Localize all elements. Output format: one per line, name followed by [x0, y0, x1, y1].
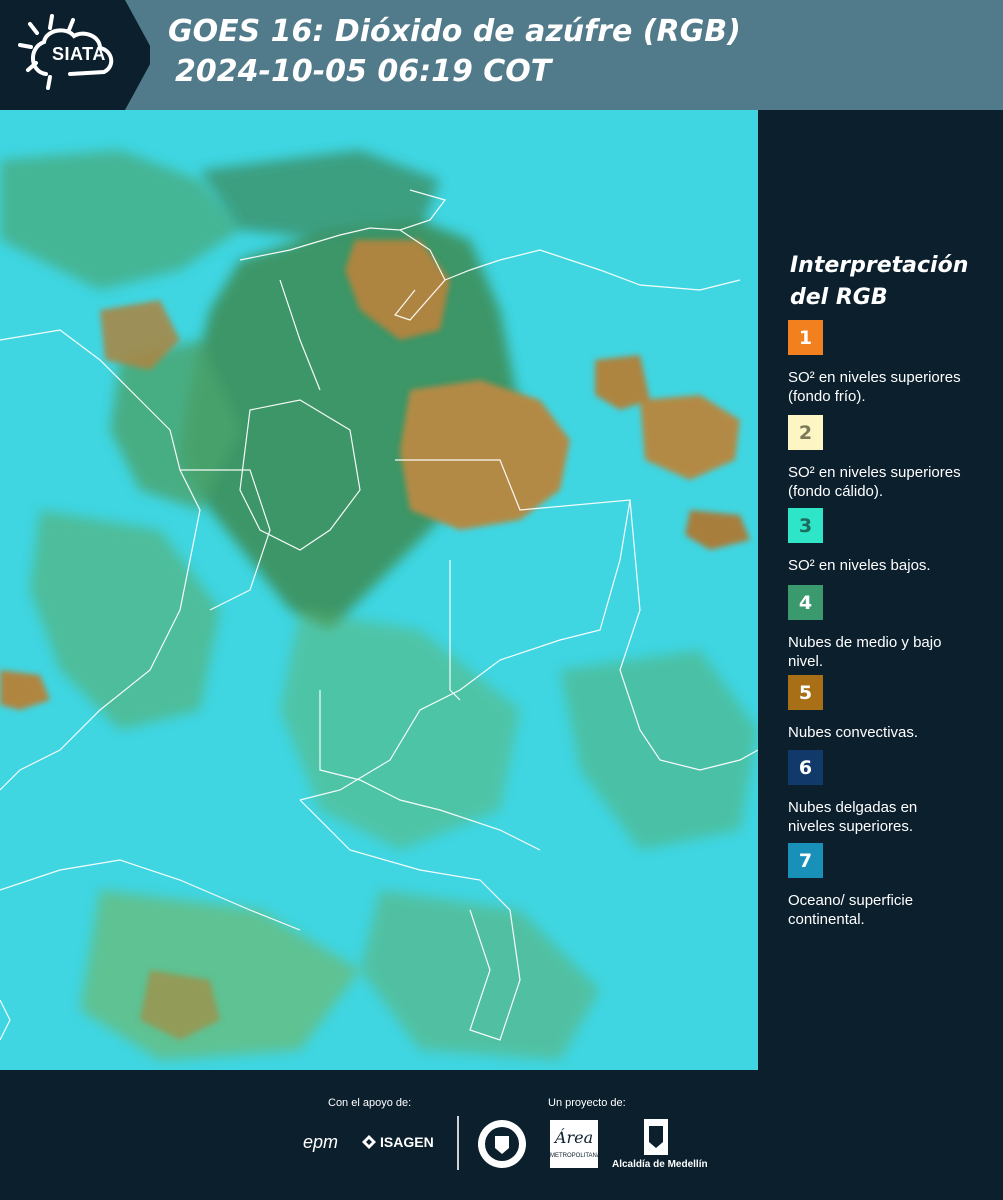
project-caption: Un proyecto de:: [548, 1097, 626, 1109]
satellite-map: [0, 110, 758, 1070]
legend-swatch: 7: [788, 843, 823, 878]
area-logo-subtext: METROPOLITANA: [550, 1153, 601, 1159]
medellin-seal-icon: [478, 1120, 526, 1168]
legend-swatch: 4: [788, 585, 823, 620]
legend-swatch: 2: [788, 415, 823, 450]
header-bar: SIATA GOES 16: Dióxido de azúfre (RGB) 2…: [0, 0, 1003, 110]
isagen-logo: ISAGEN: [380, 1134, 434, 1150]
siata-logo-text: SIATA: [52, 44, 106, 64]
alcaldia-logo: Alcaldía de Medellín: [612, 1159, 708, 1170]
legend-item: 7 Oceano/ superficie continental.: [788, 843, 998, 929]
legend-item: 1 SO² en niveles superiores (fondo frío).: [788, 320, 998, 406]
legend-item: 5 Nubes convectivas.: [788, 675, 998, 742]
legend-item: 4 Nubes de medio y bajo nivel.: [788, 585, 998, 671]
page-title: GOES 16: Dióxido de azúfre (RGB): [168, 14, 741, 49]
legend-label: SO² en niveles superiores (fondo cálido)…: [788, 464, 961, 500]
legend-swatch: 6: [788, 750, 823, 785]
legend-swatch: 1: [788, 320, 823, 355]
legend-swatch: 5: [788, 675, 823, 710]
isagen-icon: [362, 1135, 376, 1149]
legend-panel: Interpretación del RGB 1 SO² en niveles s…: [762, 110, 1003, 1070]
legend-label: Nubes convectivas.: [788, 724, 919, 741]
legend-label: SO² en niveles superiores (fondo frío).: [788, 369, 961, 405]
alcaldia-shield-icon: [644, 1119, 668, 1155]
support-caption: Con el apoyo de:: [328, 1097, 412, 1109]
legend-label: Oceano/ superficie continental.: [788, 892, 914, 928]
area-logo-text: Área: [554, 1128, 594, 1147]
legend-item: 3 SO² en niveles bajos.: [788, 508, 998, 575]
legend-label: Nubes de medio y bajo nivel.: [788, 634, 942, 670]
epm-logo: epm: [303, 1132, 339, 1152]
legend-swatch: 3: [788, 508, 823, 543]
footer: Con el apoyo de: Un proyecto de: epm ISA…: [0, 1070, 1003, 1200]
siata-logo: SIATA: [0, 0, 150, 110]
page-timestamp: 2024-10-05 06:19 COT: [175, 54, 552, 89]
legend-item: 6 Nubes delgadas en niveles superiores.: [788, 750, 998, 836]
footer-separator: [457, 1116, 459, 1170]
area-metropolitana-logo: Área METROPOLITANA: [550, 1120, 601, 1168]
legend-label: Nubes delgadas en niveles superiores.: [788, 799, 918, 835]
legend-item: 2 SO² en niveles superiores (fondo cálido…: [788, 415, 998, 501]
legend-title-line1: Interpretación: [790, 253, 969, 278]
legend-label: SO² en niveles bajos.: [788, 557, 931, 574]
legend-title-line2: del RGB: [790, 285, 888, 310]
legend-title: Interpretación del RGB: [790, 250, 990, 314]
